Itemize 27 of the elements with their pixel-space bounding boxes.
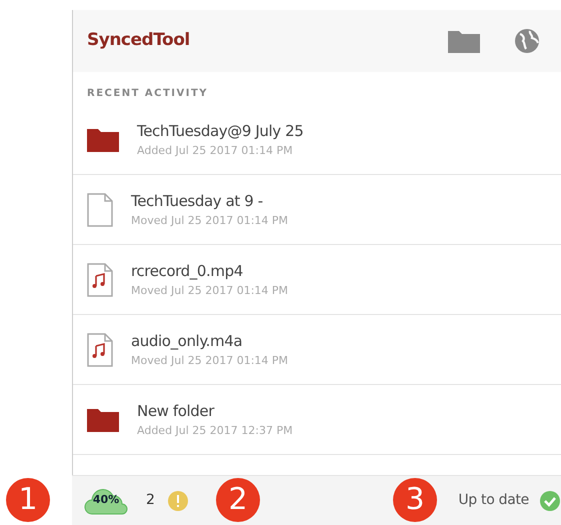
section-heading: RECENT ACTIVITY (86, 87, 210, 101)
item-detail: Added Jul 25 2017 01:14 PM (137, 142, 294, 158)
activity-row[interactable]: TechTuesday at 9 - Moved Jul 25 2017 01:14 PM (73, 175, 561, 245)
item-name: audio_only.m4a (131, 331, 244, 352)
activity-row[interactable]: rcrecord_0.mp4 Moved Jul 25 2017 01:14 PM (73, 245, 561, 315)
activity-row[interactable]: TechTuesday@9 July 25 Added Jul 25 2017 01:14 PM (73, 105, 561, 175)
globe-icon[interactable] (514, 28, 540, 54)
folder-icon (87, 408, 119, 432)
activity-row[interactable]: New folder Added Jul 25 2017 12:37 PM (73, 385, 561, 455)
item-detail: Moved Jul 25 2017 01:14 PM (131, 212, 288, 228)
music-file-icon (87, 262, 113, 296)
app-title: SyncedTool (87, 29, 190, 52)
folder-icon[interactable] (448, 29, 480, 53)
music-file-icon (87, 332, 113, 366)
item-detail: Added Jul 25 2017 12:37 PM (137, 422, 293, 438)
activity-row[interactable]: audio_only.m4a Moved Jul 25 2017 01:14 PM (73, 315, 561, 385)
sync-status: Up to date (458, 491, 529, 510)
item-name: New folder (137, 401, 216, 422)
item-name: TechTuesday at 9 - (131, 191, 264, 212)
item-name: TechTuesday@9 July 25 (137, 121, 304, 142)
item-name: rcrecord_0.mp4 (131, 261, 244, 282)
item-detail: Moved Jul 25 2017 01:14 PM (131, 282, 288, 298)
folder-icon (87, 128, 119, 152)
callout-marker: 1 (6, 478, 50, 522)
warning-count: 2 (146, 491, 155, 510)
item-detail: Moved Jul 25 2017 01:14 PM (131, 352, 288, 368)
document-icon (87, 192, 113, 226)
